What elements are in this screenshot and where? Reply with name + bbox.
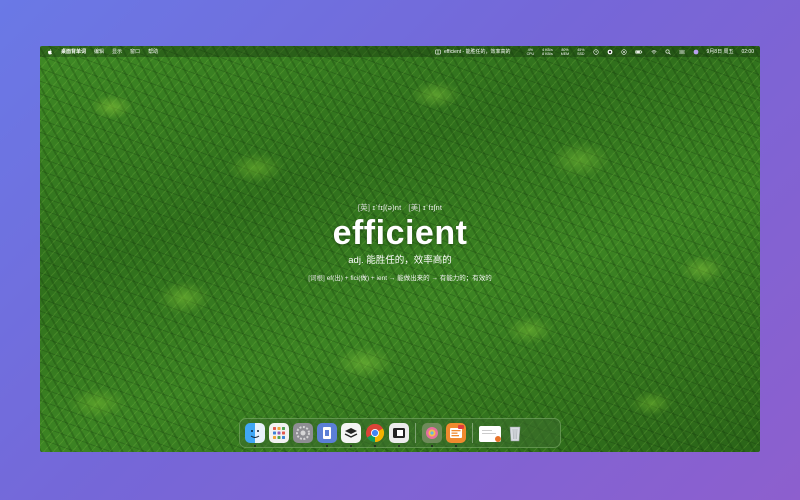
phonetics: [英] ɪˈfɪʃ(ə)nt [美] ɪˈfɪʃnt <box>40 202 760 213</box>
book-icon <box>435 49 441 54</box>
record-icon[interactable] <box>620 48 627 55</box>
gauge-icon[interactable] <box>607 49 613 55</box>
system-settings-icon[interactable] <box>293 423 313 443</box>
finder-icon[interactable] <box>245 423 265 447</box>
etymology-tag: [词根] <box>308 275 325 282</box>
phonetic-us-tag: [美] <box>408 203 421 212</box>
dock-separator <box>472 423 473 443</box>
word-widget: [英] ɪˈfɪʃ(ə)nt [美] ɪˈfɪʃnt efficient adj… <box>40 202 760 282</box>
document-icon[interactable] <box>479 426 501 442</box>
running-indicator <box>350 445 352 447</box>
phonetic-us: ɪˈfɪʃnt <box>422 203 443 212</box>
running-indicator <box>374 445 376 447</box>
clock-icon[interactable] <box>592 48 599 55</box>
cpu-label: CPU <box>526 51 535 56</box>
running-indicator <box>398 445 400 447</box>
phonetic-uk-tag: [英] <box>357 203 371 212</box>
photos-icon[interactable] <box>422 423 442 447</box>
headword: efficient <box>332 214 468 252</box>
dock-separator <box>415 423 416 443</box>
wifi-icon[interactable] <box>650 49 657 55</box>
cpu-stat[interactable]: 4% CPU <box>527 48 535 56</box>
network-stat[interactable]: 4 KB/s 8 KB/s <box>542 48 553 56</box>
siri-icon[interactable] <box>693 49 699 55</box>
menu-help[interactable]: 帮助 <box>148 48 158 55</box>
stack-icon[interactable] <box>341 423 361 447</box>
phonetic-uk: ɪˈfɪʃ(ə)nt <box>372 203 402 212</box>
running-indicator <box>326 445 328 447</box>
running-indicator <box>431 445 433 447</box>
running-indicator <box>254 445 256 447</box>
definition: adj. 能胜任的，效率高的 <box>348 255 452 266</box>
menu-bar: 桌面背单词 编辑 显示 窗口 帮助 efficient - 能胜任的，效率高的 … <box>40 46 760 57</box>
menu-edit[interactable]: 编辑 <box>94 48 104 55</box>
etymology-text: ef(出) + fici(做) + ient → 能做出来的 → 有能力的；有效… <box>326 275 492 282</box>
network-download: 8 KB/s <box>542 51 553 56</box>
memory-label: MEM <box>560 51 570 56</box>
menu-window[interactable]: 窗口 <box>130 48 140 55</box>
window-icon[interactable] <box>389 423 409 447</box>
dock <box>239 418 561 448</box>
menubar-time[interactable]: 02:00 <box>741 49 754 55</box>
battery-icon[interactable] <box>634 49 643 55</box>
running-indicator <box>455 445 457 447</box>
now-showing-text: efficient - 能胜任的，效率高的 <box>443 49 511 55</box>
memory-stat[interactable]: 80% MEM <box>561 48 569 56</box>
disk-label: SSD <box>577 51 585 56</box>
disk-stat[interactable]: 45% SSD <box>577 48 584 56</box>
dictionary-app-icon[interactable] <box>446 423 466 447</box>
search-icon[interactable] <box>665 49 671 55</box>
app-menu[interactable]: 桌面背单词 <box>61 48 86 55</box>
control-center-icon[interactable] <box>678 49 685 55</box>
menubar-date[interactable]: 9月8日 周五 <box>707 48 734 55</box>
trash-icon[interactable] <box>505 423 525 443</box>
launchpad-icon[interactable] <box>269 423 289 443</box>
chrome-icon[interactable] <box>365 423 385 447</box>
apple-icon[interactable] <box>47 48 53 55</box>
menu-view[interactable]: 显示 <box>112 48 122 55</box>
files-icon[interactable] <box>317 423 337 447</box>
etymology: [词根] ef(出) + fici(做) + ient → 能做出来的 → 有能… <box>40 272 760 282</box>
now-showing[interactable]: efficient - 能胜任的，效率高的 <box>435 48 511 55</box>
desktop-screen: 桌面背单词 编辑 显示 窗口 帮助 efficient - 能胜任的，效率高的 … <box>40 46 760 452</box>
